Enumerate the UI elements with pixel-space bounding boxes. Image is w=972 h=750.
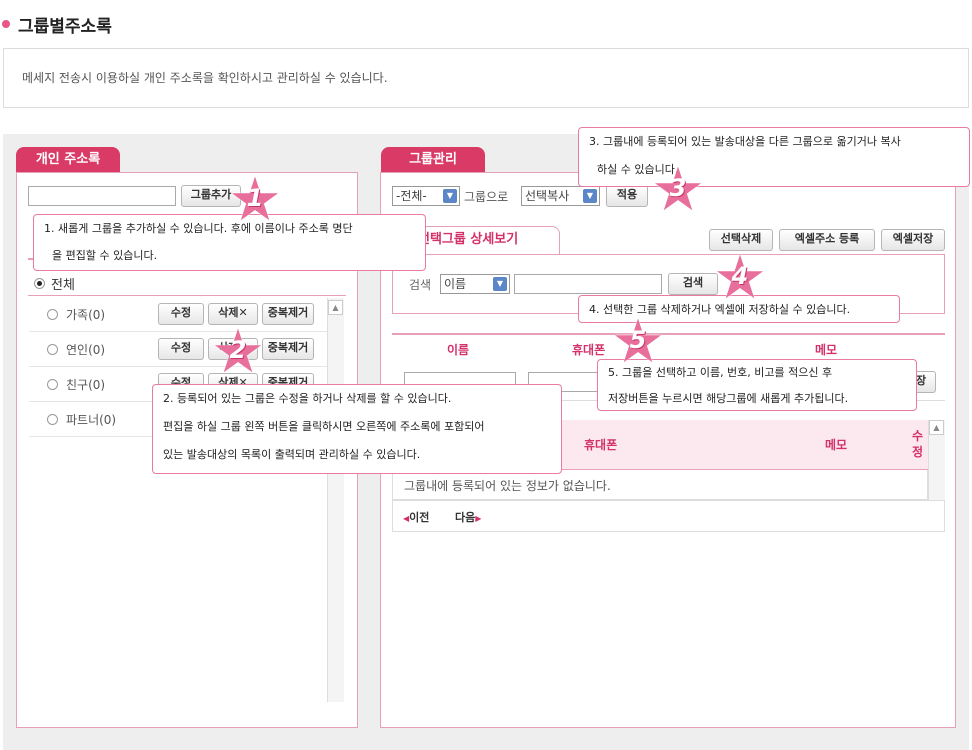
list-header-edit: 수정 xyxy=(912,429,924,459)
excel-register-button[interactable]: 엑셀주소 등록 xyxy=(779,229,875,251)
next-arrow-icon: ▶ xyxy=(475,514,482,523)
bullet-icon xyxy=(2,20,10,28)
group-radio[interactable] xyxy=(47,378,58,390)
excel-save-button[interactable]: 엑셀저장 xyxy=(881,229,945,251)
apply-button[interactable]: 적용 xyxy=(606,185,648,207)
next-link[interactable]: 다음▶ xyxy=(455,509,481,525)
group-row[interactable]: 가족(0) 수정 삭제✕ 중복제거 xyxy=(29,297,329,332)
header-memo: 메모 xyxy=(815,342,838,357)
tab-personal-addressbook[interactable]: 개인 주소록 xyxy=(16,147,120,173)
step-star-3-icon: ★ 3 xyxy=(651,155,705,225)
edit-group-button[interactable]: 수정 xyxy=(158,338,204,360)
group-list-scrollbar[interactable]: ▲ xyxy=(327,298,344,702)
group-all[interactable]: 전체 xyxy=(34,274,75,293)
edit-group-button[interactable]: 수정 xyxy=(158,303,204,325)
callout-2: 2. 등록되어 있는 그룹은 수정을 하거나 삭제를 할 수 있습니다. 편집을… xyxy=(152,384,562,474)
chevron-down-icon: ▼ xyxy=(443,189,457,203)
callout-3: 3. 그룹내에 등록되어 있는 발송대상을 다른 그룹으로 옮기거나 복사 하실… xyxy=(578,127,970,187)
scroll-up-icon[interactable]: ▲ xyxy=(929,420,944,435)
group-name-input[interactable] xyxy=(28,186,176,206)
search-label: 검색 xyxy=(409,278,432,292)
step-star-5-icon: ★ 5 xyxy=(611,307,665,377)
step-star-4-icon: ★ 4 xyxy=(713,243,767,313)
group-radio[interactable] xyxy=(47,308,58,320)
group-row[interactable]: 연인(0) 수정 삭제✕ 중복제거 xyxy=(29,332,329,367)
page-description: 메세지 전송시 이용하실 개인 주소록을 확인하시고 관리하실 수 있습니다. xyxy=(3,48,969,108)
member-list-scrollbar[interactable]: ▲ xyxy=(928,420,945,500)
header-name: 이름 xyxy=(447,342,470,357)
group-radio[interactable] xyxy=(47,413,58,425)
chevron-down-icon: ▼ xyxy=(493,277,507,291)
group-to-label: 그룹으로 xyxy=(464,190,509,204)
divider xyxy=(28,295,346,296)
source-group-select[interactable]: -전체- ▼ xyxy=(392,186,460,206)
pager: ◀이전 다음▶ xyxy=(392,500,945,532)
prev-link[interactable]: ◀이전 xyxy=(403,509,429,525)
action-select[interactable]: 선택복사 ▼ xyxy=(521,186,600,206)
scroll-up-icon[interactable]: ▲ xyxy=(328,300,343,315)
list-header-phone: 휴대폰 xyxy=(584,438,618,452)
search-field-select[interactable]: 이름 ▼ xyxy=(440,274,510,294)
page-title: 그룹별주소록 xyxy=(0,12,112,37)
tab-group-management[interactable]: 그룹관리 xyxy=(381,147,485,173)
header-phone: 휴대폰 xyxy=(572,342,606,357)
dedupe-button[interactable]: 중복제거 xyxy=(262,303,314,325)
group-radio[interactable] xyxy=(47,343,58,355)
chevron-down-icon: ▼ xyxy=(583,189,597,203)
radio-all[interactable] xyxy=(34,278,45,289)
empty-message: 그룹내에 등록되어 있는 정보가 없습니다. xyxy=(404,479,611,493)
step-star-2-icon: ★ 2 xyxy=(211,317,265,387)
list-header-memo: 메모 xyxy=(825,438,848,452)
step-star-1-icon: ★ 1 xyxy=(228,165,282,235)
search-input[interactable] xyxy=(514,274,662,294)
dedupe-button[interactable]: 중복제거 xyxy=(262,338,314,360)
